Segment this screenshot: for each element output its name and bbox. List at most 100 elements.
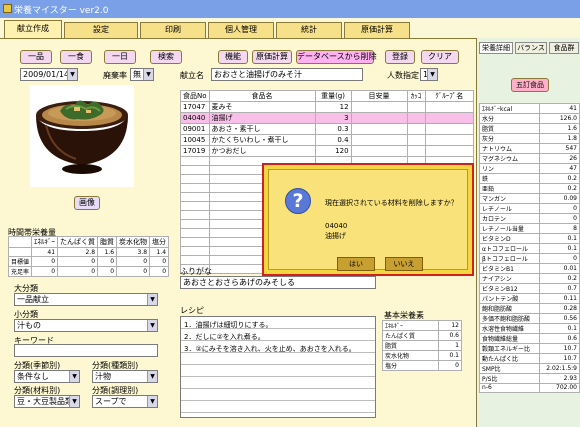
furigana-input[interactable]: あおさとおさらあげのみそしる: [180, 276, 376, 289]
nutrient-row: 穀類エネルギー比 10.7: [479, 343, 580, 354]
nutrient-row: 食物繊維総量 0.6: [479, 333, 580, 344]
confirm-dialog: ? 現在選択されている材料を削除しますか？ 04040 油揚げ はい いいえ: [262, 163, 474, 276]
shobunrui-select[interactable]: 汁もの ▼: [14, 319, 158, 332]
dialog-body: ? 現在選択されている材料を削除しますか？ 04040 油揚げ はい いいえ: [268, 169, 468, 271]
ikkon-button[interactable]: 一食: [60, 50, 92, 64]
chevron-down-icon: ▼: [147, 371, 157, 382]
col-header: 食品名: [208, 90, 316, 102]
nutrient-row: カロテン 0: [479, 213, 580, 224]
col-header: ｸﾞﾙｰﾌﾟ名: [424, 90, 475, 102]
nutrient-row: レチノール当量 8: [479, 223, 580, 234]
nutri-row: 充足率 0 0 0 0 0: [7, 266, 170, 277]
nutri-row: 41 2.8 1.6 3.8 1.4: [7, 247, 170, 257]
ninzu-label: 人数指定: [387, 71, 419, 80]
nutrient-row: 多価不飽和脂肪酸 0.56: [479, 313, 580, 324]
yes-button[interactable]: はい: [337, 257, 375, 271]
recipe-label: レシピ: [180, 306, 204, 315]
col-header: 目安量: [350, 90, 408, 102]
goteishokuhin-badge[interactable]: 五訂食品: [511, 78, 549, 92]
nutrient-row: 動たんぱく比 10.7: [479, 353, 580, 364]
nutrient-row: 亜鉛 0.2: [479, 183, 580, 194]
haikiritsu-label: 廃棄率: [103, 71, 127, 80]
kinou-button[interactable]: 機能: [218, 50, 248, 64]
chevron-down-icon: ▼: [147, 320, 157, 331]
ninzu-select[interactable]: 1 ▼: [420, 68, 438, 81]
tab-shokuhingun[interactable]: 食品群: [549, 42, 579, 54]
nutrient-row: ナイアシン 0.2: [479, 273, 580, 284]
chevron-down-icon: ▼: [143, 69, 153, 80]
date-field[interactable]: 2009/01/14 ▼: [20, 68, 78, 81]
title-bar: 栄養マイスター ver2.0: [0, 0, 580, 18]
nutri-row: 目標値 0 0 0 0 0: [7, 256, 170, 267]
zairyo-select[interactable]: 豆・大豆製品類 ▼: [14, 395, 80, 408]
no-button[interactable]: いいえ: [385, 257, 423, 271]
chevron-down-icon: ▼: [427, 69, 437, 80]
kondate-label: 献立名: [180, 71, 204, 80]
delete-from-db-button[interactable]: データベースから削除: [296, 50, 377, 64]
nutrient-row: パントテン酸 0.11: [479, 293, 580, 304]
chevron-down-icon: ▼: [147, 396, 157, 407]
nutrient-row: 鉄 0.2: [479, 173, 580, 184]
col-header: 食品No: [180, 90, 210, 102]
table-row[interactable]: 17047 麦みそ 12: [180, 101, 475, 113]
dialog-item-name: 油揚げ: [325, 232, 346, 240]
chevron-down-icon: ▼: [69, 371, 79, 382]
nutrient-row: ビタミンB1 0.01: [479, 263, 580, 274]
chevron-down-icon: ▼: [147, 294, 157, 305]
nutrient-row: P/S比 2.93: [479, 373, 580, 384]
tab-settei[interactable]: 設定: [64, 22, 138, 38]
nutrient-row: 水分 126.0: [479, 113, 580, 124]
recipe-textarea[interactable]: 1．油揚げは細切りにする。 2．だしに②を入れ煮る。 3．②にみそを溶き入れ、火…: [180, 316, 376, 418]
nutrient-row: マンガン 0.09: [479, 193, 580, 204]
nutrient-row: リン 47: [479, 163, 580, 174]
tab-kondate[interactable]: 献立作成: [4, 20, 62, 38]
search-button[interactable]: 検索: [150, 50, 182, 64]
image-button[interactable]: 画像: [74, 196, 100, 210]
table-row[interactable]: 10045 かたくちいわし・煮干し 0.4: [180, 134, 475, 146]
ippin-button[interactable]: 一品: [20, 50, 52, 64]
dialog-code: 04040: [325, 222, 348, 230]
col-header: 重量(g): [314, 90, 352, 102]
nutrient-row: SMP比 2.02:1.5:9: [479, 363, 580, 374]
table-row[interactable]: 17019 かつおだし 120: [180, 145, 475, 157]
chevron-down-icon: ▼: [69, 396, 79, 407]
shurui-select[interactable]: 汁物 ▼: [92, 370, 158, 383]
kisetsu-select[interactable]: 条件なし ▼: [14, 370, 80, 383]
table-row-selected[interactable]: 04040 油揚げ 3: [180, 112, 475, 124]
nutrient-row: ナトリウム 547: [479, 143, 580, 154]
dish-image: [30, 85, 134, 187]
nutrient-row: αトコフェロール 0.1: [479, 243, 580, 254]
nutrient-row: マグネシウム 26: [479, 153, 580, 164]
tab-insatsu[interactable]: 印刷: [140, 22, 206, 38]
haikiritsu-select[interactable]: 無 ▼: [130, 68, 154, 81]
nutrient-row: 水溶性食物繊維 0.1: [479, 323, 580, 334]
kondate-name-input[interactable]: おおさと油揚げのみそ汁: [211, 68, 363, 81]
table-row[interactable]: 09001 あおさ・素干し 0.3: [180, 123, 475, 135]
nutrient-row: ビタミンB12 0.7: [479, 283, 580, 294]
nutrient-row: 灰分 1.8: [479, 133, 580, 144]
app-icon: [3, 4, 12, 13]
nutrient-row: 脂質 1.6: [479, 123, 580, 134]
nutrient-detail-table: ｴﾈﾙｷﾞｰkcal 41 水分 126.0 脂質 1.6 灰分 1.8 ナトリウム 547 マグネ…: [479, 103, 580, 393]
ichinichi-button[interactable]: 一日: [104, 50, 136, 64]
tab-eiyou-shousai[interactable]: 栄養詳細: [479, 42, 513, 54]
keyword-input[interactable]: [14, 344, 158, 357]
tab-balance[interactable]: バランス: [515, 42, 547, 54]
tab-toukei[interactable]: 統計: [276, 22, 342, 38]
register-button[interactable]: 登録: [385, 50, 415, 64]
dialog-message: 現在選択されている材料を削除しますか？: [325, 199, 458, 207]
window-title: 栄養マイスター ver2.0: [14, 6, 109, 16]
clear-button[interactable]: クリア: [421, 50, 459, 64]
col-header: ｶｯｺ: [406, 90, 426, 102]
tab-kojin[interactable]: 個人管理: [208, 22, 274, 38]
nutrient-row: βトコフェロール 0: [479, 253, 580, 264]
daibunrui-select[interactable]: 一品献立 ▼: [14, 293, 158, 306]
genka-button[interactable]: 原価計算: [252, 50, 292, 64]
kihon-table: ｴﾈﾙｷﾞｰ 12 たんぱく質 0.6 脂質 1 炭水化物 0.1 塩分 0: [382, 320, 463, 371]
tab-genka[interactable]: 原価計算: [344, 22, 410, 38]
nutrient-row: ビタミンD 0.1: [479, 233, 580, 244]
chori-select[interactable]: スープで ▼: [92, 395, 158, 408]
nutrient-row: n-6 702.00: [479, 383, 580, 393]
nutri-table: ｴﾈﾙｷﾞｰ たんぱく質 脂質 炭水化物 塩分 41 2.8 1.6 3.8 1.4 目…: [7, 236, 170, 277]
nutrient-row: 飽和脂肪酸 0.28: [479, 303, 580, 314]
